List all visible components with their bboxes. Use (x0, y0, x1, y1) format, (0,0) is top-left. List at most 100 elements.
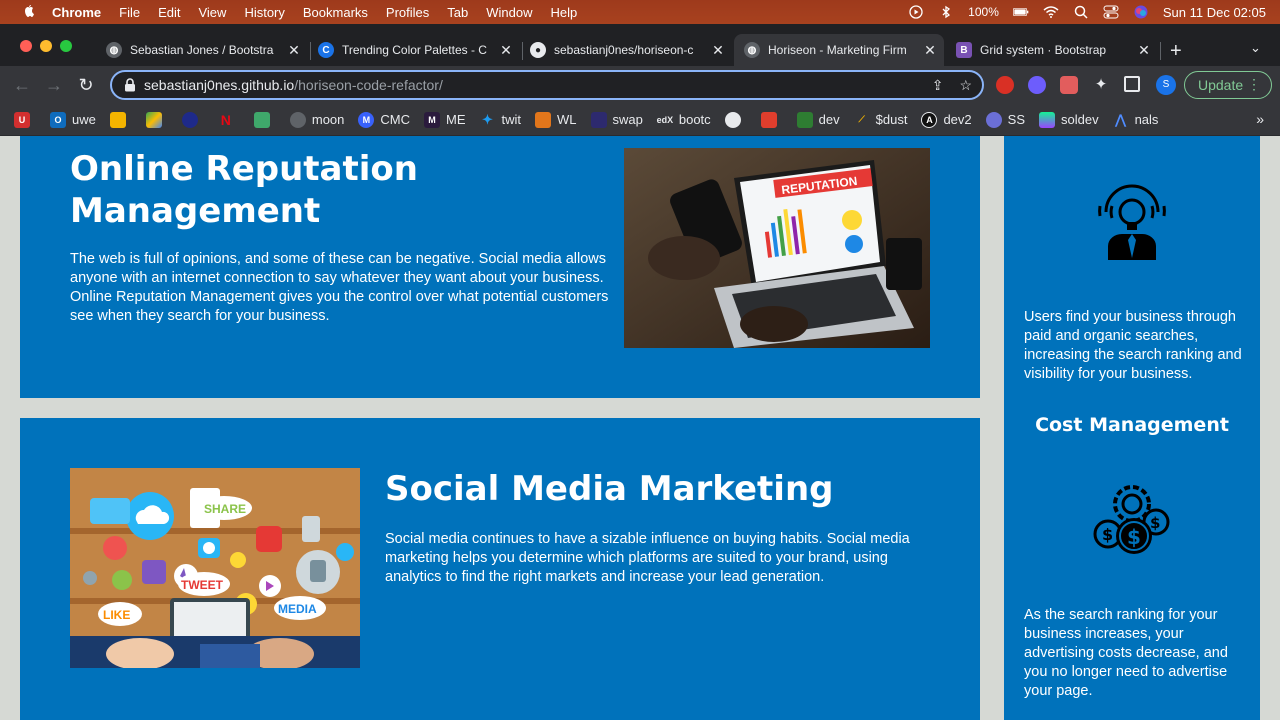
forward-arrow-icon[interactable]: → (44, 75, 64, 95)
menu-bookmarks[interactable]: Bookmarks (303, 5, 368, 20)
bookmark-label: dev (818, 112, 840, 127)
bookmark-uwe[interactable]: Ouwe (50, 111, 96, 128)
menu-tab[interactable]: Tab (447, 5, 468, 20)
cube-icon (253, 111, 270, 128)
close-tab-icon[interactable]: ✕ (710, 42, 726, 59)
bookmark-me[interactable]: M ME (424, 111, 466, 128)
extensions-puzzle-icon[interactable]: ✦ (1092, 76, 1110, 94)
bookmark-dev2[interactable]: Adev2 (921, 111, 972, 128)
svg-text:$: $ (1150, 514, 1160, 532)
tab-trending-color-palettes[interactable]: C Trending Color Palettes - C ✕ (308, 34, 520, 66)
extension-record-icon[interactable] (1060, 76, 1078, 94)
bookmark-bootc[interactable]: edX bootc (657, 112, 711, 128)
bookmark-ss[interactable]: SS (985, 111, 1025, 128)
tab-horiseon-active[interactable]: ◍ Horiseon - Marketing Firm ✕ (734, 34, 944, 66)
bookmark-red[interactable] (760, 111, 783, 128)
bookmark-dust[interactable]: ⟋ $dust (854, 112, 908, 128)
close-tab-icon[interactable]: ✕ (498, 42, 514, 59)
bookmark-github[interactable] (724, 111, 747, 128)
window-minimize-button[interactable] (40, 40, 52, 52)
tab-divider (1160, 42, 1161, 60)
bookmark-star-icon[interactable]: ☆ (959, 77, 972, 94)
nals-icon: ⋀ (1115, 111, 1126, 127)
github-icon: ● (530, 42, 546, 58)
window-zoom-button[interactable] (60, 40, 72, 52)
cost-management-body: As the search ranking for your business … (1024, 607, 1228, 699)
address-bar[interactable]: sebastianj0nes.github.io/horiseon-code-r… (110, 70, 984, 100)
bookmark-moon[interactable]: moon (289, 111, 345, 128)
bookmark-drive[interactable] (145, 111, 168, 128)
smm-image-label-share: SHARE (204, 502, 246, 516)
svg-text:$: $ (1102, 525, 1113, 544)
netflix-icon: N (220, 111, 231, 128)
bookmark-dev[interactable]: dev (796, 111, 840, 128)
bookmark-cube[interactable] (253, 111, 276, 128)
bookmark-wl[interactable]: WL (535, 111, 577, 128)
new-tab-plus-icon[interactable]: + (1170, 40, 1182, 63)
bookmark-twit[interactable]: ✦ twit (480, 112, 521, 128)
lead-generation-icon (1098, 184, 1166, 260)
menu-window[interactable]: Window (486, 5, 532, 20)
bookmark-nals[interactable]: ⋀ nals (1113, 111, 1158, 128)
more-vert-icon[interactable]: ⋮ (1247, 76, 1261, 93)
coolors-icon: C (318, 42, 334, 58)
wifi-icon[interactable] (1043, 5, 1059, 19)
spotlight-search-icon[interactable] (1073, 5, 1089, 19)
tab-github-repo[interactable]: ● sebastianj0nes/horiseon-c ✕ (520, 34, 732, 66)
bookmarks-overflow-chevron-icon[interactable]: » (1256, 111, 1264, 127)
close-tab-icon[interactable]: ✕ (1136, 42, 1152, 59)
bookmark-uwe-logo[interactable]: U (14, 111, 36, 128)
siri-icon[interactable] (1133, 5, 1149, 19)
smm-image-label-media: MEDIA (278, 602, 317, 616)
orm-laptop-image: REPUTATION (624, 148, 930, 348)
update-button[interactable]: Update ⋮ (1184, 71, 1272, 99)
bookmark-netflix[interactable]: N (218, 112, 240, 128)
battery-percent: 100% (968, 5, 999, 19)
bookmark-soldev[interactable]: soldev (1039, 111, 1099, 128)
bookmark-label: WL (557, 112, 577, 127)
smm-title: Social Media Marketing (385, 469, 834, 509)
tab-title: Horiseon - Marketing Firm (768, 43, 907, 57)
side-panel-icon[interactable] (1124, 76, 1140, 92)
back-arrow-icon[interactable]: ← (12, 75, 32, 95)
metamask-icon (535, 111, 551, 128)
close-tab-icon[interactable]: ✕ (922, 42, 938, 59)
bookmark-cmc[interactable]: M CMC (358, 111, 410, 128)
play-icon[interactable] (908, 5, 924, 19)
tab-search-chevron-icon[interactable]: ⌄ (1250, 40, 1261, 56)
apple-icon[interactable] (20, 4, 36, 20)
menu-edit[interactable]: Edit (158, 5, 180, 20)
smm-collage-image: SHARE TWEET LIKE MEDIA (70, 468, 360, 668)
menu-app-chrome[interactable]: Chrome (52, 5, 101, 20)
tab-sebastian-jones-bootstrap[interactable]: ◍ Sebastian Jones / Bootstra ✕ (96, 34, 308, 66)
share-icon[interactable]: ⇪ (932, 77, 944, 94)
bookmark-blue[interactable] (181, 111, 204, 128)
menu-help[interactable]: Help (551, 5, 578, 20)
bookmark-label: $dust (875, 112, 908, 127)
chrome-tab-strip: ◍ Sebastian Jones / Bootstra ✕ C Trendin… (0, 24, 1280, 66)
close-tab-icon[interactable]: ✕ (286, 42, 302, 59)
menu-view[interactable]: View (198, 5, 226, 20)
red-app-icon (760, 111, 777, 128)
bookmark-swap[interactable]: swap (590, 111, 643, 128)
battery-icon[interactable] (1012, 5, 1029, 19)
extension-purple-icon[interactable] (1028, 76, 1046, 94)
svg-text:$: $ (1127, 525, 1141, 549)
control-center-icon[interactable] (1103, 5, 1119, 19)
bookmark-notes[interactable] (109, 111, 132, 128)
window-close-button[interactable] (20, 40, 32, 52)
bookmark-label: uwe (72, 112, 96, 127)
tab-bootstrap-grid[interactable]: B Grid system · Bootstrap ✕ (946, 34, 1158, 66)
bookmark-label: moon (311, 112, 345, 127)
bluetooth-icon[interactable] (938, 5, 954, 19)
reload-icon[interactable]: ↻ (76, 75, 96, 95)
profile-avatar[interactable]: S (1156, 75, 1176, 95)
dev2-icon: A (921, 111, 938, 128)
menu-history[interactable]: History (244, 5, 284, 20)
menu-profiles[interactable]: Profiles (386, 5, 429, 20)
lead-generation-body: Users find your business through paid an… (1024, 309, 1242, 382)
menu-file[interactable]: File (119, 5, 140, 20)
extension-adblock-icon[interactable] (996, 76, 1014, 94)
clock-datetime[interactable]: Sun 11 Dec 02:05 (1163, 5, 1266, 20)
lock-icon[interactable] (124, 78, 136, 92)
